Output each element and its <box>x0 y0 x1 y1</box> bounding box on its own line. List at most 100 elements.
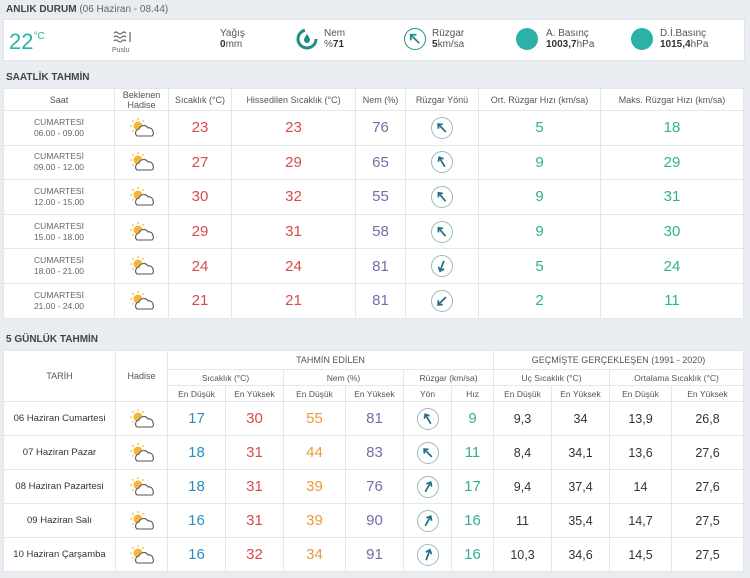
wind-dir-cell <box>403 401 452 436</box>
partly-cloudy-icon <box>129 510 154 530</box>
extreme-min-cell: 10,3 <box>493 537 552 572</box>
hadise-cell <box>114 282 169 319</box>
humidity-min-cell: 39 <box>283 469 346 504</box>
average-min-cell: 14,7 <box>609 503 672 538</box>
humidity-cell: 55 <box>355 179 406 215</box>
wind-dir-cell <box>403 503 452 538</box>
partly-cloudy-icon <box>129 476 154 496</box>
max-wind-cell: 11 <box>600 282 744 319</box>
hadise-cell <box>115 435 168 470</box>
feels-cell: 31 <box>231 213 356 250</box>
partly-cloudy-icon <box>129 544 154 564</box>
current-conditions-panel: 22°C Puslu Yağış 0mm Nem %71 Rüzgar 5km/… <box>3 19 745 61</box>
avg-wind-cell: 9 <box>478 179 601 215</box>
temp-max-cell: 32 <box>225 537 284 572</box>
partly-cloudy-icon <box>129 221 154 241</box>
wind-dir-cell <box>405 144 479 181</box>
fog-icon <box>113 31 131 43</box>
wind-direction-icon <box>431 116 453 139</box>
wind-direction-icon <box>431 151 453 174</box>
hadise-cell <box>115 401 168 436</box>
humidity-block: Nem %71 <box>324 28 346 50</box>
average-max-cell: 27,6 <box>671 435 744 470</box>
temp-cell: 23 <box>168 110 232 146</box>
wind-dir-cell <box>405 179 479 215</box>
partly-cloudy-icon <box>129 442 154 462</box>
humidity-max-cell: 83 <box>345 435 404 470</box>
wind-speed-cell: 9 <box>451 401 494 436</box>
average-max-cell: 27,6 <box>671 469 744 504</box>
average-min-cell: 14 <box>609 469 672 504</box>
time-cell: CUMARTESİ 06.00 - 09.00 <box>3 110 115 146</box>
humidity-min-cell: 55 <box>283 401 346 436</box>
extreme-min-cell: 9,4 <box>493 469 552 504</box>
table-row: CUMARTESİ 18.00 - 21.00 24 24 81 5 24 <box>3 248 744 284</box>
temp-cell: 21 <box>168 282 232 319</box>
sea-pressure-icon <box>631 28 653 50</box>
hourly-forecast-table: Saat Beklenen Hadise Sıcaklık (°C) Hissed… <box>3 88 744 319</box>
wind-dir-cell <box>405 213 479 250</box>
humidity-min-cell: 39 <box>283 503 346 538</box>
feels-cell: 23 <box>231 110 356 146</box>
humidity-max-cell: 76 <box>345 469 404 504</box>
time-cell: CUMARTESİ 21.00 - 24.00 <box>3 282 115 319</box>
current-section-title: ANLIK DURUM (06 Haziran - 08.44) <box>6 4 169 15</box>
average-max-cell: 26,8 <box>671 401 744 436</box>
table-row: 08 Haziran Pazartesi 18 31 39 76 17 9,4 37,4 14 2… <box>3 469 744 504</box>
table-row: 10 Haziran Çarşamba 16 32 34 91 16 10,3 34,6 14,… <box>3 537 744 572</box>
hadise-cell <box>114 110 169 146</box>
extreme-min-cell: 11 <box>493 503 552 538</box>
hourly-header-row: Saat Beklenen Hadise Sıcaklık (°C) Hissed… <box>3 88 744 111</box>
max-wind-cell: 24 <box>600 248 744 284</box>
extreme-min-cell: 8,4 <box>493 435 552 470</box>
temp-cell: 30 <box>168 179 232 215</box>
extreme-min-cell: 9,3 <box>493 401 552 436</box>
wind-dir-cell <box>403 435 452 470</box>
max-wind-cell: 30 <box>600 213 744 250</box>
temp-max-cell: 31 <box>225 435 284 470</box>
avg-wind-cell: 9 <box>478 213 601 250</box>
date-cell: 08 Haziran Pazartesi <box>3 469 116 504</box>
max-wind-cell: 29 <box>600 144 744 181</box>
humidity-cell: 65 <box>355 144 406 181</box>
time-cell: CUMARTESİ 18.00 - 21.00 <box>3 248 115 284</box>
table-row: 06 Haziran Cumartesi 17 30 55 81 9 9,3 34 13,9 26… <box>3 401 744 436</box>
wind-dir-cell <box>405 248 479 284</box>
humidity-cell: 76 <box>355 110 406 146</box>
humidity-cell: 58 <box>355 213 406 250</box>
temp-max-cell: 31 <box>225 469 284 504</box>
date-cell: 10 Haziran Çarşamba <box>3 537 116 572</box>
hadise-cell <box>114 248 169 284</box>
wind-direction-icon <box>416 543 439 566</box>
wind-dir-cell <box>405 282 479 319</box>
rain-block: Yağış 0mm <box>220 28 245 50</box>
temp-cell: 24 <box>168 248 232 284</box>
daily-forecast-table: TARİH Hadise TAHMİN EDİLEN GEÇMİŞTE GERÇ… <box>3 350 744 572</box>
wind-direction-icon <box>431 220 453 243</box>
wind-dir-cell <box>405 110 479 146</box>
temp-min-cell: 16 <box>167 503 226 538</box>
current-temperature: 22°C <box>9 29 45 54</box>
wind-direction-icon <box>416 441 439 464</box>
temp-min-cell: 18 <box>167 469 226 504</box>
extreme-max-cell: 37,4 <box>551 469 610 504</box>
wind-direction-icon <box>431 185 453 208</box>
average-max-cell: 27,5 <box>671 503 744 538</box>
wind-direction-icon <box>416 475 439 498</box>
temp-cell: 27 <box>168 144 232 181</box>
hourly-section-title: SAATLİK TAHMİN <box>6 72 90 83</box>
max-wind-cell: 18 <box>600 110 744 146</box>
wind-speed-cell: 16 <box>451 503 494 538</box>
table-row: CUMARTESİ 06.00 - 09.00 23 23 76 5 18 <box>3 110 744 146</box>
date-cell: 06 Haziran Cumartesi <box>3 401 116 436</box>
temp-max-cell: 31 <box>225 503 284 538</box>
humidity-max-cell: 90 <box>345 503 404 538</box>
table-row: 09 Haziran Salı 16 31 39 90 16 11 35,4 14,7 27,5 <box>3 503 744 538</box>
wind-dir-cell <box>403 469 452 504</box>
extreme-max-cell: 35,4 <box>551 503 610 538</box>
humidity-cell: 81 <box>355 248 406 284</box>
table-row: 07 Haziran Pazar 18 31 44 83 11 8,4 34,1 13,6 27,… <box>3 435 744 470</box>
avg-wind-cell: 9 <box>478 144 601 181</box>
wind-speed-cell: 11 <box>451 435 494 470</box>
wind-speed-cell: 17 <box>451 469 494 504</box>
